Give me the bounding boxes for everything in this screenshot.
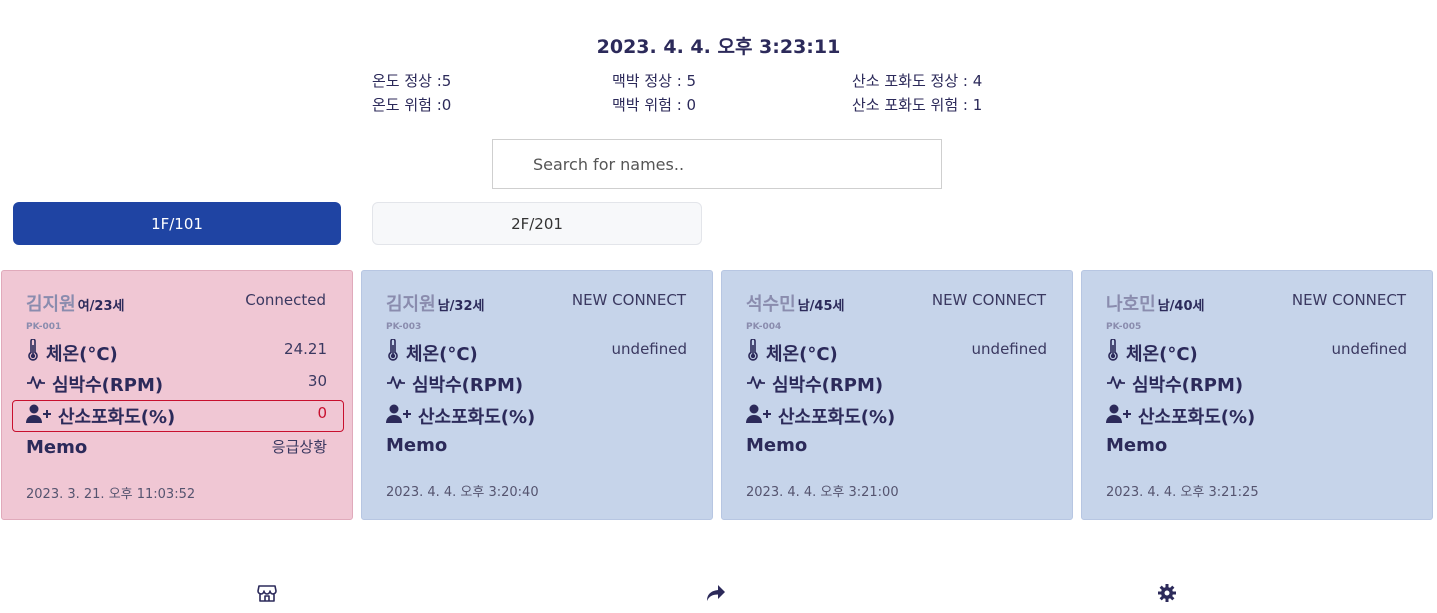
patient-card[interactable]: 김지원 여/23세 Connected PK-001 체온(°C) 24.21 심… bbox=[1, 270, 353, 520]
pulse-label: 심박수(RPM) bbox=[412, 375, 524, 396]
temp-row: 체온(°C) bbox=[746, 338, 838, 366]
temp-value: undefined bbox=[611, 340, 687, 358]
pulse-row: 심박수(RPM) bbox=[746, 371, 883, 397]
patient-info: 남/40세 bbox=[1157, 299, 1205, 314]
pulse-row: 심박수(RPM) bbox=[1106, 371, 1243, 397]
pulse-label: 심박수(RPM) bbox=[772, 375, 884, 396]
pulse-normal-count: 맥박 정상 : 5 bbox=[612, 72, 697, 90]
pulse-stats: 맥박 정상 : 5 맥박 위험 : 0 bbox=[612, 69, 696, 117]
user-plus-icon bbox=[386, 404, 418, 429]
patient-name: 석수민 남/45세 bbox=[746, 294, 845, 315]
pulse-row: 심박수(RPM) bbox=[386, 371, 523, 397]
spo2-normal-count: 산소 포화도 정상 : 4 bbox=[852, 72, 983, 90]
tab-1f-101[interactable]: 1F/101 bbox=[13, 202, 341, 245]
patient-name: 김지원 여/23세 bbox=[26, 294, 125, 315]
connection-status: NEW CONNECT bbox=[571, 291, 686, 309]
temp-label: 체온(°C) bbox=[46, 343, 118, 365]
current-datetime: 2023. 4. 4. 오후 3:23:11 bbox=[596, 36, 841, 58]
thermometer-icon bbox=[1106, 338, 1126, 366]
spo2-danger-count: 산소 포화도 위험 : 1 bbox=[852, 96, 983, 114]
connection-status: NEW CONNECT bbox=[931, 291, 1046, 309]
memo-label: Memo bbox=[26, 437, 88, 458]
memo-label: Memo bbox=[746, 435, 808, 456]
gear-icon[interactable] bbox=[1156, 582, 1178, 604]
pulse-label: 심박수(RPM) bbox=[52, 375, 164, 396]
temp-value: undefined bbox=[1331, 340, 1407, 358]
thermometer-icon bbox=[386, 338, 406, 366]
device-id: PK-004 bbox=[746, 322, 782, 332]
temp-danger-count: 온도 위험 :0 bbox=[372, 96, 452, 114]
spo2-label: 산소포화도(%) bbox=[58, 407, 176, 428]
patient-name: 나호민 남/40세 bbox=[1106, 294, 1205, 315]
pulse-value: 30 bbox=[307, 372, 327, 390]
thermometer-icon bbox=[26, 338, 46, 366]
last-updated: 2023. 4. 4. 오후 3:21:00 bbox=[746, 485, 899, 500]
patient-name: 김지원 남/32세 bbox=[386, 294, 485, 315]
memo-value: 응급상황 bbox=[271, 438, 327, 456]
connection-status: NEW CONNECT bbox=[1291, 291, 1406, 309]
user-plus-icon bbox=[746, 404, 778, 429]
pulse-row: 심박수(RPM) bbox=[26, 371, 163, 397]
temp-stats: 온도 정상 :5 온도 위험 :0 bbox=[372, 69, 451, 117]
spo2-value: 0 bbox=[317, 404, 327, 422]
pulse-icon bbox=[746, 374, 772, 395]
spo2-stats: 산소 포화도 정상 : 4 산소 포화도 위험 : 1 bbox=[852, 69, 982, 117]
temp-value: undefined bbox=[971, 340, 1047, 358]
tab-2f-201[interactable]: 2F/201 bbox=[372, 202, 702, 245]
memo-label: Memo bbox=[386, 435, 448, 456]
pulse-label: 심박수(RPM) bbox=[1132, 375, 1244, 396]
last-updated: 2023. 3. 21. 오후 11:03:52 bbox=[26, 487, 196, 502]
user-plus-icon bbox=[26, 404, 58, 429]
device-id: PK-005 bbox=[1106, 322, 1142, 332]
patient-info: 남/45세 bbox=[797, 299, 845, 314]
connection-status: Connected bbox=[245, 291, 326, 309]
temp-normal-count: 온도 정상 :5 bbox=[372, 72, 452, 90]
spo2-row: 산소포화도(%) bbox=[26, 403, 175, 429]
temp-row: 체온(°C) bbox=[386, 338, 478, 366]
patient-card[interactable]: 나호민 남/40세 NEW CONNECT PK-005 체온(°C) undef… bbox=[1081, 270, 1433, 520]
search-input[interactable] bbox=[492, 139, 942, 189]
patient-card[interactable]: 석수민 남/45세 NEW CONNECT PK-004 체온(°C) undef… bbox=[721, 270, 1073, 520]
memo-label: Memo bbox=[1106, 435, 1168, 456]
patient-card[interactable]: 김지원 남/32세 NEW CONNECT PK-003 체온(°C) undef… bbox=[361, 270, 713, 520]
last-updated: 2023. 4. 4. 오후 3:20:40 bbox=[386, 485, 539, 500]
pulse-danger-count: 맥박 위험 : 0 bbox=[612, 96, 697, 114]
temp-row: 체온(°C) bbox=[1106, 338, 1198, 366]
spo2-label: 산소포화도(%) bbox=[1138, 407, 1256, 428]
user-plus-icon bbox=[1106, 404, 1138, 429]
patient-info: 남/32세 bbox=[437, 299, 485, 314]
patient-info: 여/23세 bbox=[77, 299, 125, 314]
spo2-row: 산소포화도(%) bbox=[386, 403, 535, 429]
temp-value: 24.21 bbox=[284, 340, 327, 358]
thermometer-icon bbox=[746, 338, 766, 366]
store-icon[interactable] bbox=[256, 582, 278, 604]
spo2-row: 산소포화도(%) bbox=[1106, 403, 1255, 429]
spo2-label: 산소포화도(%) bbox=[418, 407, 536, 428]
temp-label: 체온(°C) bbox=[406, 343, 478, 365]
spo2-row: 산소포화도(%) bbox=[746, 403, 895, 429]
temp-label: 체온(°C) bbox=[766, 343, 838, 365]
temp-row: 체온(°C) bbox=[26, 338, 118, 366]
device-id: PK-003 bbox=[386, 322, 422, 332]
pulse-icon bbox=[26, 374, 52, 395]
share-icon[interactable] bbox=[705, 582, 727, 604]
spo2-label: 산소포화도(%) bbox=[778, 407, 896, 428]
last-updated: 2023. 4. 4. 오후 3:21:25 bbox=[1106, 485, 1259, 500]
pulse-icon bbox=[386, 374, 412, 395]
device-id: PK-001 bbox=[26, 322, 62, 332]
temp-label: 체온(°C) bbox=[1126, 343, 1198, 365]
pulse-icon bbox=[1106, 374, 1132, 395]
